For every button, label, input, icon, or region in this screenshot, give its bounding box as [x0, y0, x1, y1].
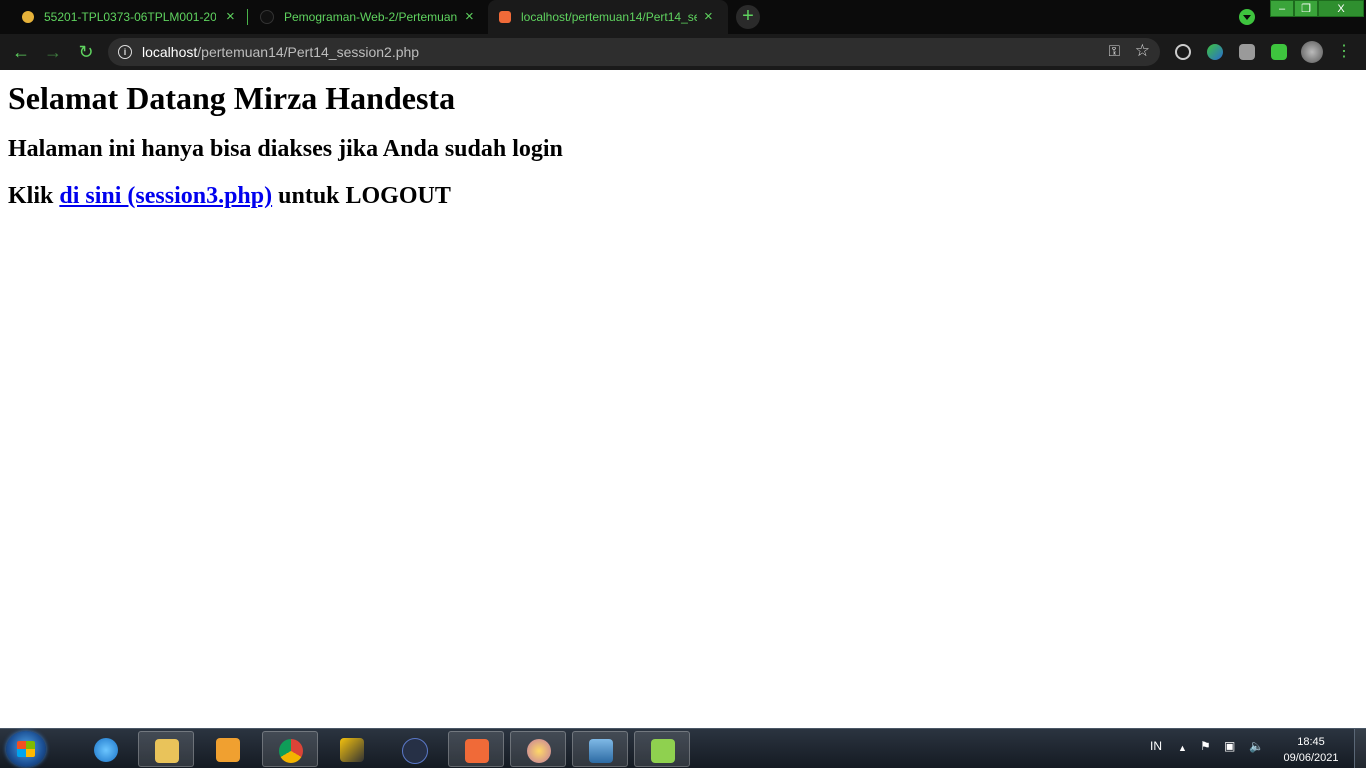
tab-title: 55201-TPL0373-06TPLM001-202	[44, 10, 216, 24]
restore-button[interactable]: ❐	[1294, 0, 1318, 17]
tab-localhost[interactable]: localhost/pertemuan14/Pert14_se ×	[488, 0, 728, 34]
close-tab-icon[interactable]: ×	[226, 8, 235, 25]
github-favicon-icon	[260, 10, 274, 24]
volume-icon[interactable]: 🔈	[1249, 739, 1264, 753]
winamp-icon	[340, 738, 364, 762]
tab-github[interactable]: Pemograman-Web-2/Pertemuan ×	[252, 0, 484, 34]
tab-title: localhost/pertemuan14/Pert14_se	[521, 10, 697, 24]
show-hidden-icons-icon[interactable]: ▲	[1178, 743, 1187, 753]
nox-icon	[402, 738, 428, 764]
url-path: /pertemuan14/Pert14_session2.php	[197, 44, 420, 60]
taskbar-notepad-plus-plus[interactable]	[634, 731, 690, 767]
key-icon[interactable]: ⚿	[1109, 43, 1120, 60]
logout-suffix: untuk LOGOUT	[272, 183, 451, 209]
taskbar-winamp[interactable]	[324, 731, 380, 767]
globe-extension-icon[interactable]	[1175, 44, 1191, 60]
address-url[interactable]: localhost/pertemuan14/Pert14_session2.ph…	[142, 44, 419, 60]
taskbar-media-player[interactable]	[200, 731, 256, 767]
clock-date: 09/06/2021	[1283, 752, 1339, 764]
action-center-flag-icon[interactable]: ⚑	[1200, 739, 1211, 753]
photos-icon	[589, 739, 613, 763]
browser-toolbar: ← → ↻ i localhost/pertemuan14/Pert14_ses…	[0, 34, 1366, 70]
tab-title: Pemograman-Web-2/Pertemuan	[284, 10, 458, 24]
show-desktop-button[interactable]	[1354, 729, 1366, 768]
new-tab-button[interactable]: +	[736, 5, 760, 29]
tab-strip: 55201-TPL0373-06TPLM001-202 × Pemograman…	[0, 0, 1366, 34]
tab-moodle[interactable]: 55201-TPL0373-06TPLM001-202 ×	[14, 0, 244, 34]
tab-separator	[247, 9, 248, 25]
folder-icon	[155, 739, 179, 763]
extension-icon[interactable]	[1239, 44, 1255, 60]
puzzle-extensions-icon[interactable]	[1271, 44, 1287, 60]
taskbar-paint[interactable]	[510, 731, 566, 767]
logout-link[interactable]: di sini (session3.php)	[59, 183, 272, 209]
taskbar-chrome[interactable]	[262, 731, 318, 767]
reload-button[interactable]: ↻	[76, 42, 96, 62]
minimize-button[interactable]: –	[1270, 0, 1294, 17]
windows-taskbar: IN ▲ ⚑ ▣ 🔈 18:45 09/06/2021	[0, 728, 1366, 768]
media-player-icon	[216, 738, 240, 762]
welcome-heading: Selamat Datang Mirza Handesta	[8, 80, 456, 116]
profile-avatar[interactable]	[1301, 41, 1323, 63]
forward-button[interactable]: →	[43, 42, 63, 62]
site-info-icon[interactable]: i	[118, 45, 132, 59]
close-tab-icon[interactable]: ×	[465, 8, 474, 25]
taskbar-file-explorer[interactable]	[138, 731, 194, 767]
taskbar-nox[interactable]	[386, 731, 442, 767]
taskbar-photos[interactable]	[572, 731, 628, 767]
xampp-icon	[465, 739, 489, 763]
address-bar[interactable]: i localhost/pertemuan14/Pert14_session2.…	[108, 38, 1160, 66]
clock-time: 18:45	[1297, 736, 1325, 748]
close-tab-icon[interactable]: ×	[704, 8, 713, 25]
internet-explorer-icon	[94, 738, 118, 762]
close-window-button[interactable]: X	[1318, 0, 1364, 17]
extension-icon[interactable]	[1207, 44, 1223, 60]
paint-icon	[527, 739, 551, 763]
start-button[interactable]	[6, 731, 46, 767]
logout-prefix: Klik	[8, 183, 60, 209]
notepad-plus-plus-icon	[651, 739, 675, 763]
taskbar-internet-explorer[interactable]	[78, 731, 134, 767]
menu-kebab-icon[interactable]: ⋮	[1334, 42, 1354, 62]
download-indicator-icon[interactable]	[1239, 9, 1255, 25]
chrome-icon	[279, 739, 303, 763]
xampp-favicon-icon	[499, 11, 511, 23]
network-icon[interactable]: ▣	[1224, 739, 1235, 753]
moodle-favicon-icon	[22, 11, 34, 23]
page-content: Selamat Datang Mirza Handesta Halaman in…	[0, 70, 1366, 728]
logout-line: Klik di sini (session3.php) untuk LOGOUT	[8, 183, 451, 210]
taskbar-xampp[interactable]	[448, 731, 504, 767]
bookmark-star-icon[interactable]: ☆	[1135, 41, 1150, 61]
login-info-heading: Halaman ini hanya bisa diakses jika Anda…	[8, 136, 563, 162]
back-button[interactable]: ←	[11, 42, 31, 62]
system-clock[interactable]: 18:45 09/06/2021	[1278, 734, 1344, 766]
url-host: localhost	[142, 44, 198, 60]
language-indicator[interactable]: IN	[1150, 739, 1162, 753]
